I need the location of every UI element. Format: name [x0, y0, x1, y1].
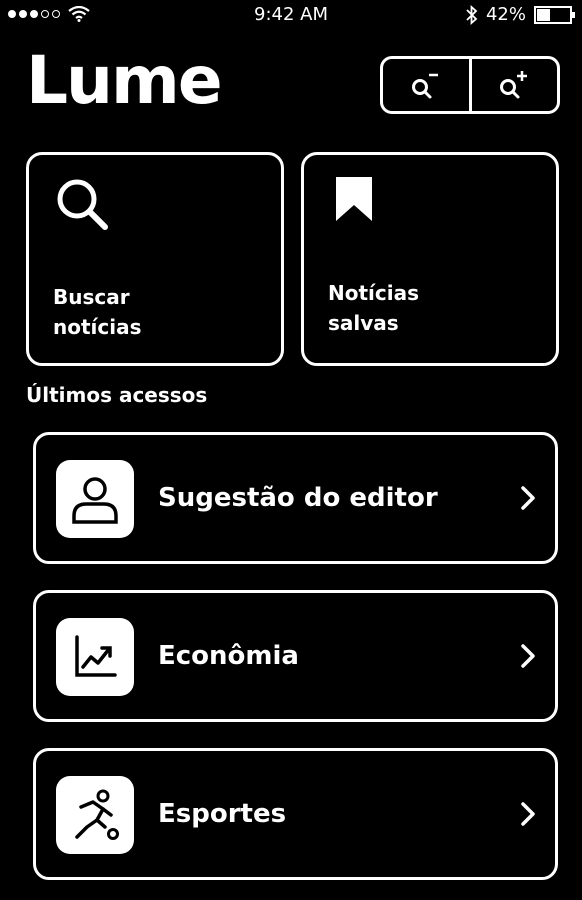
user-icon: [72, 477, 118, 524]
bluetooth-icon: [466, 4, 478, 25]
tile: [56, 776, 134, 854]
saved-news-card[interactable]: Notícias salvas: [301, 152, 559, 366]
search-icon: [57, 179, 108, 230]
tile: [56, 460, 134, 538]
recent-item-sports[interactable]: Esportes: [33, 748, 558, 880]
zoom-out-icon: [411, 73, 438, 99]
chevron-right-icon: [521, 486, 535, 510]
recent-item-economy[interactable]: Econômia: [33, 590, 558, 722]
recent-item-label: Esportes: [158, 799, 287, 829]
battery-icon: [534, 5, 575, 24]
search-news-card[interactable]: Buscar notícias: [26, 152, 284, 366]
recent-item-editor-suggestion[interactable]: Sugestão do editor: [33, 432, 558, 564]
tile: [56, 618, 134, 696]
zoom-in-button[interactable]: [468, 59, 558, 111]
zoom-in-icon: [500, 71, 528, 99]
status-bar: 9:42 AM 42%: [0, 0, 582, 32]
battery-percent: 42%: [485, 4, 526, 25]
recent-item-label: Econômia: [158, 641, 299, 671]
chevron-right-icon: [521, 802, 535, 826]
zoom-out-button[interactable]: [383, 59, 469, 111]
zoom-control: [380, 56, 560, 114]
bookmark-icon: [336, 177, 372, 221]
chevron-right-icon: [521, 644, 535, 668]
search-news-label: Buscar notícias: [53, 285, 142, 339]
recent-section-title: Últimos acessos: [26, 383, 208, 407]
app-logo: Lume: [26, 42, 223, 119]
runner-icon: [75, 789, 119, 840]
chart-icon: [75, 635, 117, 677]
saved-news-label: Notícias salvas: [328, 281, 420, 335]
recent-item-label: Sugestão do editor: [158, 483, 438, 513]
